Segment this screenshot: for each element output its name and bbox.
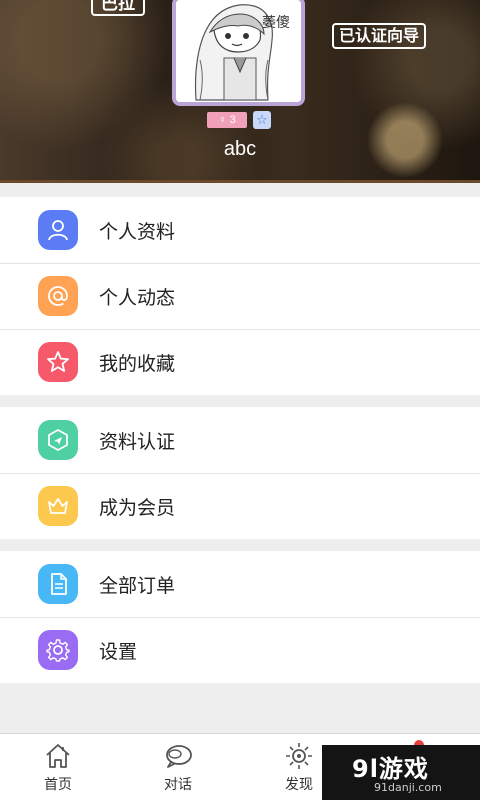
tab-discover[interactable]: 发现 (269, 734, 329, 800)
menu-item-settings[interactable]: 设置 (0, 617, 480, 683)
menu-item-orders[interactable]: 全部订单 (0, 551, 480, 617)
profile-header: 巴拉 萎傻 已认证向导 ♀ 3 ☆ abc (0, 0, 480, 183)
verify-shield-icon (38, 420, 78, 460)
tab-home[interactable]: 首页 (28, 734, 88, 800)
gear-icon (38, 630, 78, 670)
crown-icon (38, 486, 78, 526)
menu-item-profile[interactable]: 个人资料 (0, 197, 480, 263)
verified-guide-badge: 已认证向导 (332, 23, 426, 49)
menu-item-favorites[interactable]: 我的收藏 (0, 329, 480, 395)
star-level-badge: ☆ (253, 111, 271, 129)
tab-chat-label: 对话 (164, 777, 192, 793)
tab-chat[interactable]: 对话 (148, 734, 208, 800)
gender-age-badge: ♀ 3 (207, 112, 247, 128)
menu-item-label: 成为会员 (99, 497, 176, 519)
chat-bubble-icon (166, 745, 192, 768)
menu-item-membership[interactable]: 成为会员 (0, 473, 480, 539)
menu-item-label: 设置 (99, 641, 138, 663)
user-icon (38, 210, 78, 250)
top-left-tag: 巴拉 (91, 0, 145, 16)
avatar-caption: 萎傻 (262, 15, 290, 31)
menu-item-label: 个人资料 (99, 221, 176, 243)
menu-item-label: 资料认证 (99, 431, 176, 453)
menu-item-label: 全部订单 (99, 575, 176, 597)
menu-group-account: 资料认证 成为会员 (0, 407, 480, 539)
tab-discover-label: 发现 (285, 777, 313, 793)
star-icon (38, 342, 78, 382)
menu-group-orders: 全部订单 设置 (0, 551, 480, 683)
menu-item-label: 我的收藏 (99, 353, 176, 375)
discover-icon (286, 743, 312, 769)
tab-home-label: 首页 (44, 777, 72, 793)
document-icon (38, 564, 78, 604)
avatar[interactable]: 萎傻 (172, 0, 305, 106)
menu-item-activity[interactable]: 个人动态 (0, 263, 480, 329)
menu-item-verification[interactable]: 资料认证 (0, 407, 480, 473)
username: abc (223, 138, 257, 160)
at-icon (38, 276, 78, 316)
home-icon (46, 744, 70, 768)
watermark-url: 91danji.com (374, 781, 442, 794)
watermark-logo: 9l游戏 (352, 755, 429, 783)
menu-group-profile: 个人资料 个人动态 我的收藏 (0, 197, 480, 395)
menu-item-label: 个人动态 (99, 287, 176, 309)
watermark: 9l游戏 91danji.com (322, 745, 480, 800)
